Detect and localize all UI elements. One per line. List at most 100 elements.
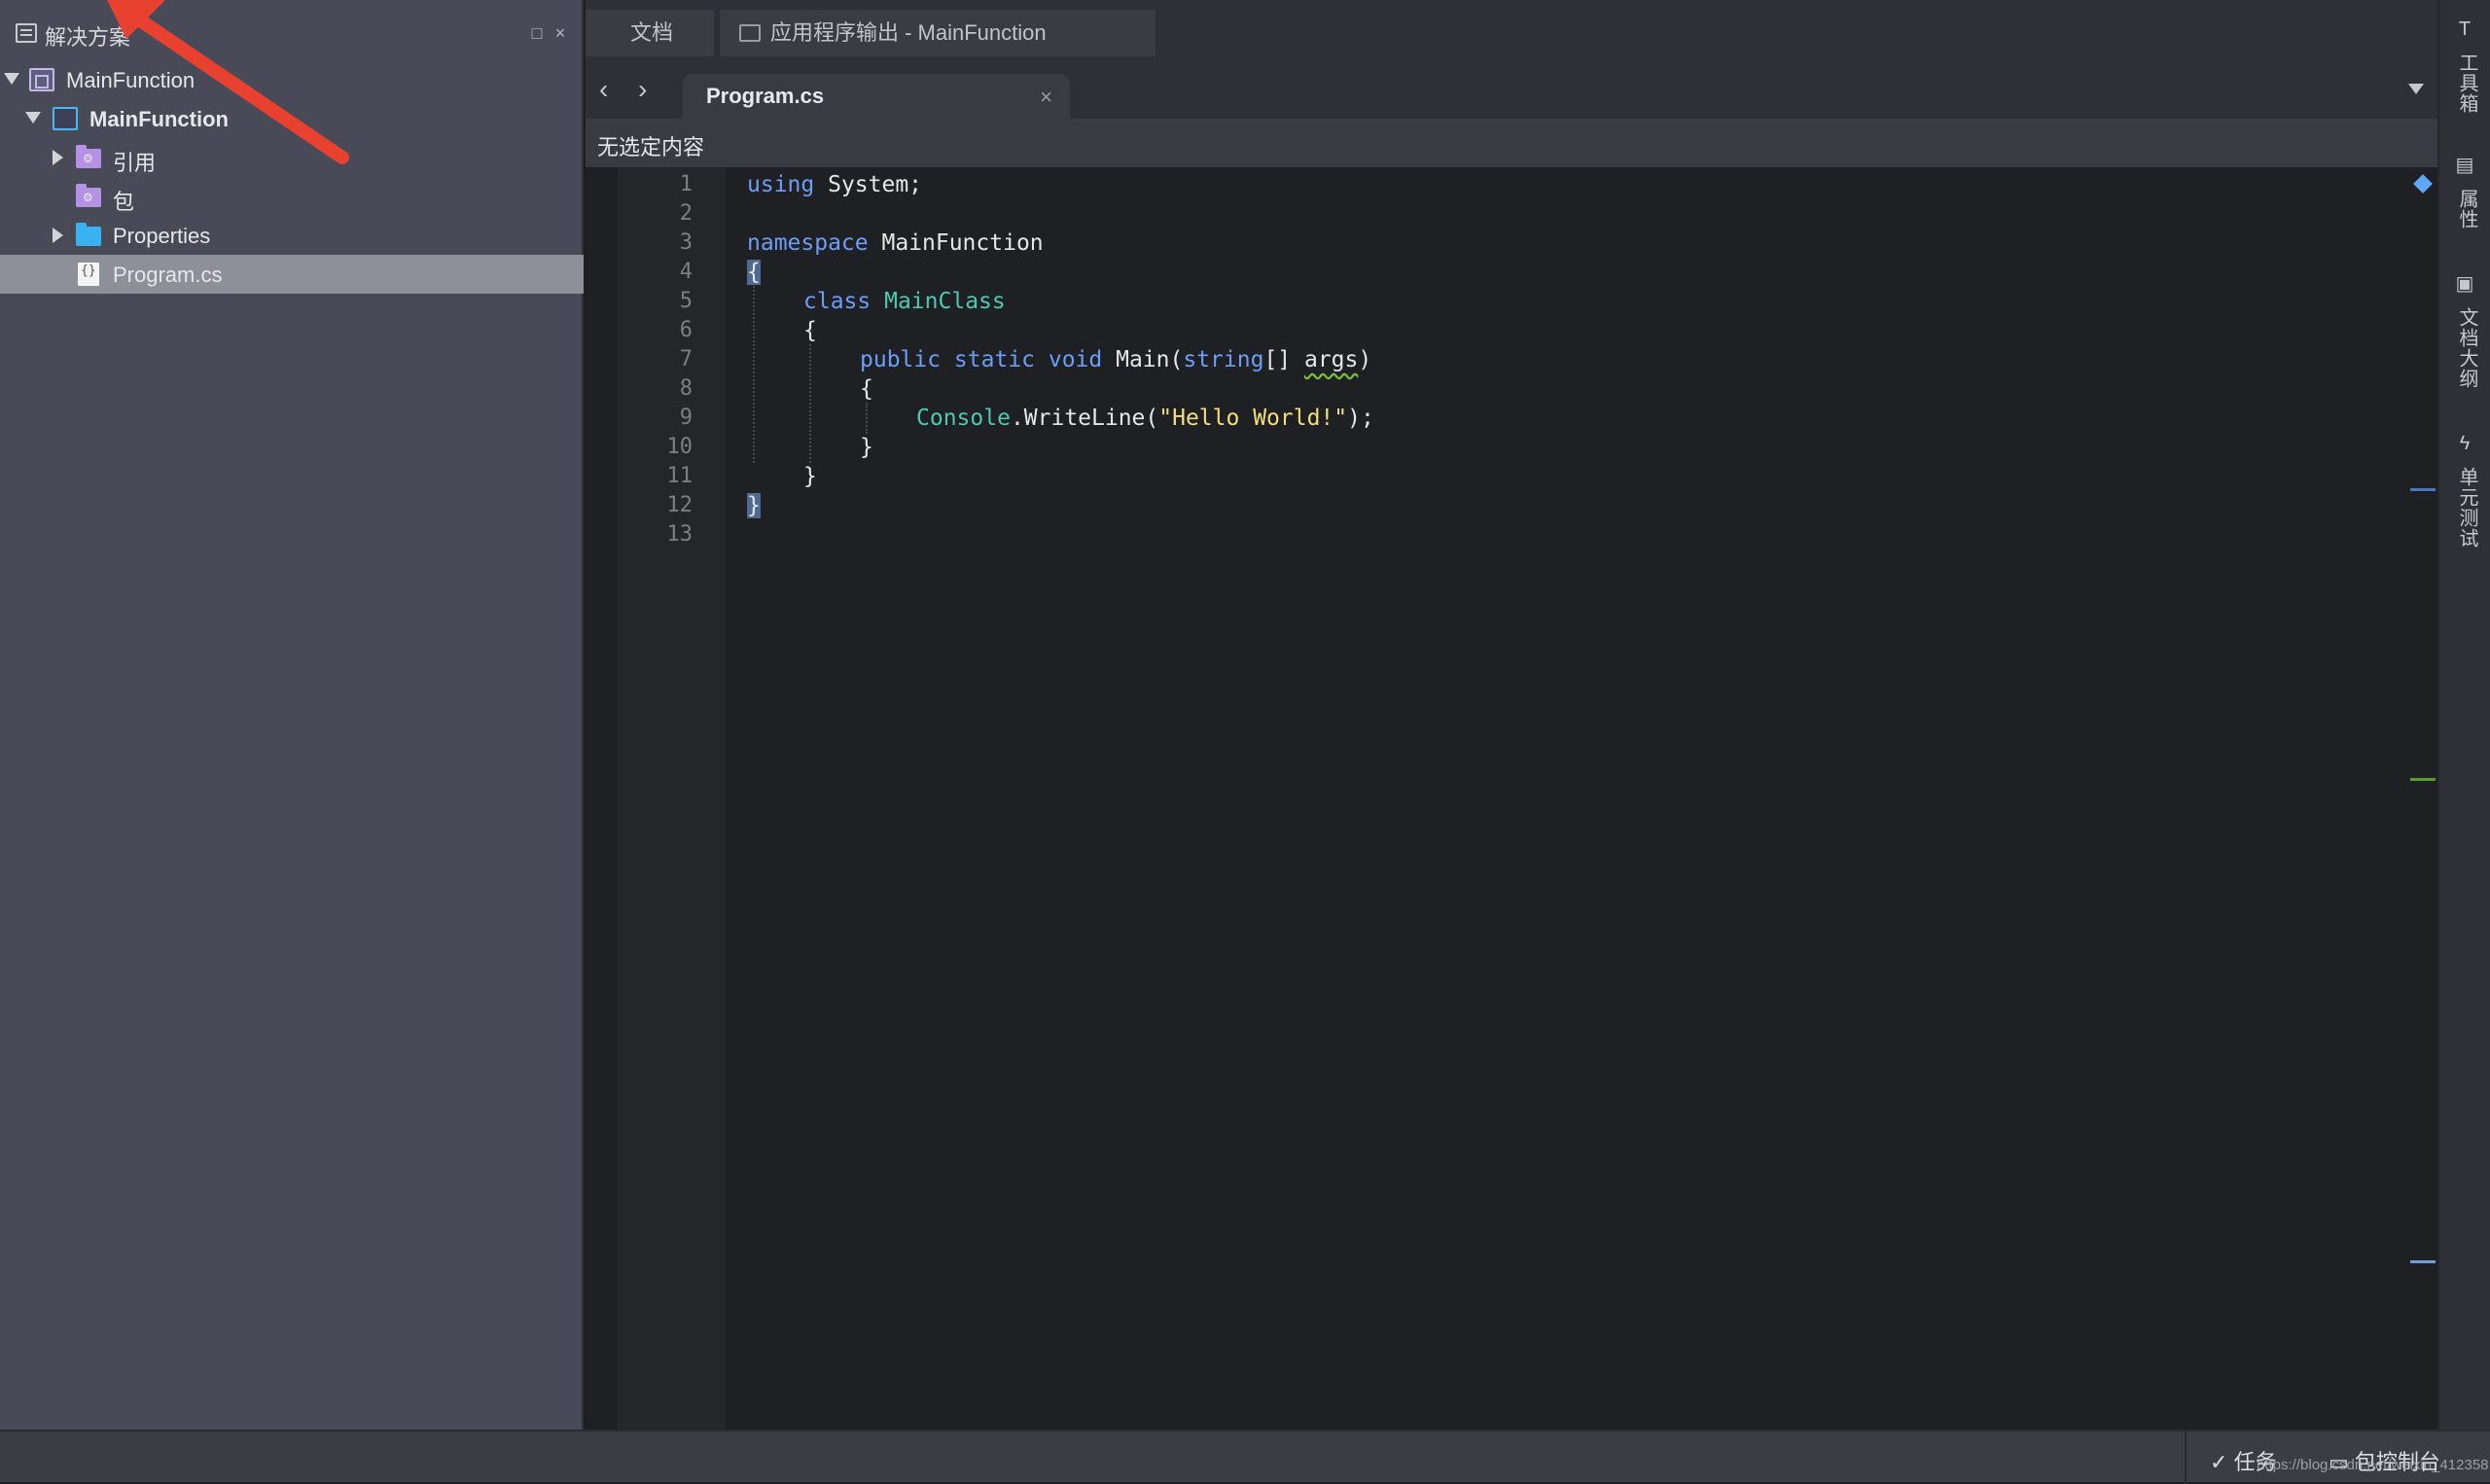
tree-item-packages[interactable]: 包 xyxy=(0,177,584,216)
indent-guide xyxy=(866,403,868,434)
code-token: { xyxy=(860,376,873,402)
tab-documents[interactable]: 文档 xyxy=(586,10,714,56)
maximize-pad-icon[interactable]: □ xyxy=(527,23,547,43)
folder-icon xyxy=(76,223,101,246)
code-line-3: namespace MainFunction xyxy=(747,229,1044,258)
breadcrumb-text: 无选定内容 xyxy=(597,135,705,159)
breadcrumb[interactable]: 无选定内容 xyxy=(586,119,2437,167)
type-token: MainClass xyxy=(884,289,1006,314)
console-icon xyxy=(739,24,761,42)
solution-pad: 解决方案 □ × MainFunction MainFunction 引用 包 … xyxy=(0,0,584,1430)
code-line-10: } xyxy=(860,433,873,462)
dock-label: 文档大纲 xyxy=(2456,307,2477,389)
tab-application-output[interactable]: 应用程序输出 - MainFunction xyxy=(720,10,1156,56)
code-line-11: } xyxy=(803,462,817,491)
csharp-file-icon xyxy=(78,263,99,286)
dock-unit-tests[interactable]: ϟ 单元测试 xyxy=(2439,434,2490,560)
code-line-5: class MainClass xyxy=(803,287,1006,316)
tree-item-label: 包 xyxy=(113,190,135,214)
string-token: "Hello World!" xyxy=(1158,406,1348,431)
lightning-icon: ϟ xyxy=(2459,433,2471,454)
code-token: MainFunction xyxy=(868,230,1044,256)
type-token: Console xyxy=(916,406,1011,431)
checkmark-icon: ✓ xyxy=(2210,1450,2228,1474)
watermark-text: https://blog.csdn.net/weixin_412358 xyxy=(2257,1457,2489,1473)
tab-list-dropdown-icon[interactable] xyxy=(2408,84,2424,94)
tree-item-properties[interactable]: Properties xyxy=(0,216,584,255)
code-editor[interactable]: 1 2 3 4 5 6 7 8 9 10 11 12 13 using Syst… xyxy=(586,167,2437,1430)
line-number: 3 xyxy=(679,230,693,255)
code-line-8: { xyxy=(860,374,873,404)
matched-brace: { xyxy=(747,260,761,285)
code-line-1: using System; xyxy=(747,170,922,199)
line-number: 7 xyxy=(679,347,693,371)
indent-guide xyxy=(753,286,755,463)
keyword-token: string xyxy=(1183,347,1264,372)
code-line-6: { xyxy=(803,316,817,345)
line-number: 9 xyxy=(679,406,693,430)
tree-item-label: Program.cs xyxy=(113,263,223,287)
expand-triangle-icon[interactable] xyxy=(25,112,41,124)
line-number: 5 xyxy=(679,289,693,313)
collapse-triangle-icon[interactable] xyxy=(53,228,63,243)
solution-icon xyxy=(29,68,54,91)
back-arrow-icon[interactable]: ‹ xyxy=(599,76,608,103)
line-number: 6 xyxy=(679,318,693,342)
bookmark-margin[interactable] xyxy=(586,167,619,1430)
toolbox-icon: T xyxy=(2458,18,2472,40)
code-line-12: } xyxy=(747,491,761,520)
code-token: System; xyxy=(814,172,923,197)
code-line-4: { xyxy=(747,258,761,287)
close-pad-icon[interactable]: × xyxy=(551,23,570,43)
overview-marker[interactable] xyxy=(2410,778,2436,781)
close-tab-icon[interactable]: × xyxy=(1040,85,1052,110)
dock-document-outline[interactable]: ▣ 文档大纲 xyxy=(2439,274,2490,401)
right-dock-bar: T 工具箱 ▤ 属性 ▣ 文档大纲 ϟ 单元测试 xyxy=(2437,0,2490,1430)
overview-marker[interactable] xyxy=(2410,1260,2436,1263)
annotation-arrow-icon xyxy=(107,0,349,164)
code-token: [] xyxy=(1263,347,1304,372)
matched-brace: } xyxy=(747,493,761,518)
outline-icon: ▣ xyxy=(2455,273,2474,295)
line-number: 1 xyxy=(679,172,693,196)
line-number: 2 xyxy=(679,201,693,226)
forward-arrow-icon[interactable]: › xyxy=(638,76,647,103)
indent-guide xyxy=(809,344,811,463)
keyword-token: public static void xyxy=(860,347,1103,372)
code-token: Main( xyxy=(1102,347,1184,372)
code-token: { xyxy=(803,318,817,343)
tab-label: 文档 xyxy=(630,20,674,45)
code-token: ) xyxy=(1358,347,1372,372)
pad-tab-strip: 文档 应用程序输出 - MainFunction xyxy=(586,0,2437,60)
unused-parameter-warning[interactable]: args xyxy=(1304,347,1358,372)
code-token: .WriteLine( xyxy=(1010,406,1159,431)
line-number: 12 xyxy=(666,493,694,517)
solution-pad-icon xyxy=(16,23,37,43)
tab-program-cs[interactable]: Program.cs × xyxy=(683,74,1070,119)
status-divider xyxy=(2185,1431,2187,1484)
project-icon xyxy=(53,107,78,130)
code-token: } xyxy=(860,435,873,460)
overview-marker[interactable] xyxy=(2410,488,2436,491)
line-number: 13 xyxy=(666,522,694,547)
dock-label: 工具箱 xyxy=(2456,53,2477,114)
code-line-9: Console.WriteLine("Hello World!"); xyxy=(916,404,1374,433)
expand-triangle-icon[interactable] xyxy=(4,73,19,85)
dock-label: 单元测试 xyxy=(2456,467,2477,548)
dock-label: 属性 xyxy=(2456,189,2477,230)
keyword-token: class xyxy=(803,289,872,314)
tree-item-program-cs[interactable]: Program.cs xyxy=(0,255,584,294)
collapse-triangle-icon[interactable] xyxy=(53,150,63,165)
keyword-token: using xyxy=(747,172,815,197)
code-token: } xyxy=(803,464,817,489)
code-line-7: public static void Main(string[] args) xyxy=(860,345,1371,374)
tab-label: 应用程序输出 - MainFunction xyxy=(770,20,1047,45)
tree-item-label: Properties xyxy=(113,224,211,248)
packages-folder-icon xyxy=(76,184,101,207)
line-number: 8 xyxy=(679,376,693,401)
dock-toolbox[interactable]: T 工具箱 xyxy=(2439,19,2490,126)
line-number-gutter: 1 2 3 4 5 6 7 8 9 10 11 12 13 xyxy=(619,167,726,1430)
overview-diamond-icon[interactable] xyxy=(2413,174,2433,194)
line-number: 4 xyxy=(679,260,693,284)
dock-properties[interactable]: ▤ 属性 xyxy=(2439,156,2490,243)
